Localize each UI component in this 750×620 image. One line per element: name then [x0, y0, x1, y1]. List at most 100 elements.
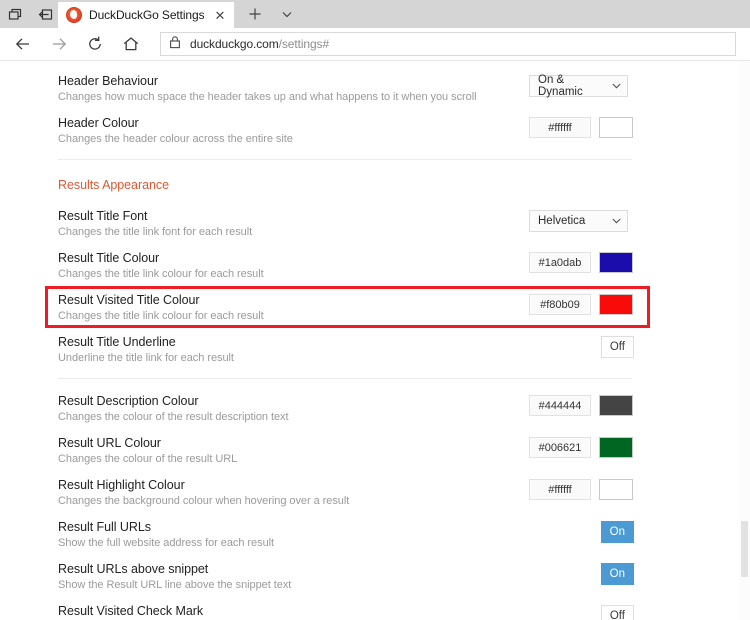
header-colour-swatch[interactable]: [599, 117, 633, 138]
result-visited-title-colour-hex-input[interactable]: #f80b09: [529, 294, 591, 315]
setting-title: Header Colour: [58, 116, 139, 130]
select-value: On & Dynamic: [538, 74, 583, 98]
setting-control: On: [529, 562, 634, 585]
new-tab-icon[interactable]: [246, 5, 264, 23]
setting-control: Off: [529, 335, 634, 358]
header-behaviour-select[interactable]: On & Dynamic: [529, 74, 628, 98]
forward-icon[interactable]: [44, 29, 74, 59]
setting-control: Helvetica: [529, 209, 634, 232]
back-icon[interactable]: [8, 29, 38, 59]
home-icon[interactable]: [116, 29, 146, 59]
setting-labels: Result Highlight Colour Changes the back…: [58, 478, 529, 509]
setting-labels: Result Description Colour Changes the co…: [58, 394, 529, 425]
setting-title: Header Behaviour: [58, 74, 158, 88]
tabs-aside-icon[interactable]: [36, 5, 54, 23]
result-visited-title-colour-swatch[interactable]: [599, 294, 633, 315]
setting-control: #444444: [529, 394, 634, 416]
setting-labels: Result Full URLs Show the full website a…: [58, 520, 529, 551]
chevron-down-icon: [612, 82, 621, 91]
browser-tab[interactable]: DuckDuckGo Settings ✕: [58, 2, 235, 28]
setting-control: #1a0dab: [529, 251, 634, 273]
setting-description: Changes the header colour across the ent…: [58, 133, 293, 145]
setting-row-result-visited-title-colour: Result Visited Title Colour Changes the …: [58, 284, 634, 326]
header-colour-hex-input[interactable]: #ffffff: [529, 117, 591, 138]
section-divider: [58, 378, 632, 379]
lock-icon: [169, 35, 181, 54]
result-url-colour-swatch[interactable]: [599, 437, 633, 458]
address-bar[interactable]: duckduckgo.com/settings#: [160, 32, 736, 56]
setting-control: #ffffff: [529, 116, 634, 138]
chevron-down-icon: [612, 217, 621, 226]
result-highlight-colour-hex-input[interactable]: #ffffff: [529, 479, 591, 500]
setting-row-result-title-colour: Result Title Colour Changes the title li…: [58, 242, 634, 284]
setting-control: #f80b09: [529, 293, 634, 315]
setting-description: Changes the title link colour for each r…: [58, 268, 264, 280]
result-title-font-select[interactable]: Helvetica: [529, 210, 628, 232]
setting-row-result-highlight-colour: Result Highlight Colour Changes the back…: [58, 469, 634, 511]
result-description-colour-swatch[interactable]: [599, 395, 633, 416]
setting-row-header-behaviour: Header Behaviour Changes how much space …: [58, 65, 634, 107]
browser-window: DuckDuckGo Settings ✕ duckduckgo.com/set…: [0, 0, 750, 620]
result-title-colour-hex-input[interactable]: #1a0dab: [529, 252, 591, 273]
setting-title: Result Title Font: [58, 209, 148, 223]
setting-control: On: [529, 520, 634, 543]
page-viewport: Header Behaviour Changes how much space …: [0, 61, 750, 620]
result-full-urls-toggle[interactable]: On: [600, 521, 634, 543]
duckduckgo-icon: [66, 7, 82, 23]
section-title-results-appearance: Results Appearance: [58, 178, 169, 192]
setting-control: #006621: [529, 436, 634, 458]
setting-row-result-title-underline: Result Title Underline Underline the tit…: [58, 326, 634, 368]
setting-control: On & Dynamic: [529, 74, 634, 98]
section-divider: [58, 159, 632, 160]
tab-preview-icon[interactable]: [6, 5, 24, 23]
setting-title: Result Title Underline: [58, 335, 176, 349]
setting-title: Result Visited Check Mark: [58, 604, 204, 618]
setting-title: Result Title Colour: [58, 251, 160, 265]
url-domain: duckduckgo.com: [190, 37, 279, 51]
setting-description: Changes the title link font for each res…: [58, 226, 253, 238]
setting-labels: Header Colour Changes the header colour …: [58, 116, 529, 147]
setting-labels: Result Title Font Changes the title link…: [58, 209, 529, 240]
setting-labels: Result Title Colour Changes the title li…: [58, 251, 529, 282]
setting-description: Changes the colour of the result descrip…: [58, 411, 289, 423]
scrollbar-thumb[interactable]: [741, 521, 748, 577]
setting-description: Changes the title link colour for each r…: [58, 310, 264, 322]
setting-labels: Result URL Colour Changes the colour of …: [58, 436, 529, 467]
setting-description: Show the Result URL line above the snipp…: [58, 579, 292, 591]
navigation-bar: duckduckgo.com/settings#: [0, 28, 750, 61]
setting-description: Changes the colour of the result URL: [58, 453, 238, 465]
setting-row-result-visited-check-mark: Result Visited Check Mark Changes whethe…: [58, 595, 634, 620]
setting-title: Result Description Colour: [58, 394, 199, 408]
address-bar-text: duckduckgo.com/settings#: [190, 37, 329, 51]
tabstrip-left-controls: [0, 0, 58, 28]
setting-row-result-full-urls: Result Full URLs Show the full website a…: [58, 511, 634, 553]
setting-description: Changes how much space the header takes …: [58, 91, 477, 103]
result-title-colour-swatch[interactable]: [599, 252, 633, 273]
setting-description: Underline the title link for each result: [58, 352, 234, 364]
chevron-down-icon[interactable]: [278, 5, 296, 23]
result-highlight-colour-swatch[interactable]: [599, 479, 633, 500]
setting-row-result-description-colour: Result Description Colour Changes the co…: [58, 385, 634, 427]
page-scrollbar[interactable]: [739, 61, 750, 620]
setting-control: #ffffff: [529, 478, 634, 500]
select-value: Helvetica: [538, 215, 586, 227]
setting-labels: Result Visited Title Colour Changes the …: [58, 293, 529, 324]
setting-description: Changes the background colour when hover…: [58, 495, 350, 507]
url-path: /settings#: [278, 37, 330, 51]
tabstrip-right-controls: [234, 0, 304, 28]
result-urls-above-snippet-toggle[interactable]: On: [600, 563, 634, 585]
tab-strip: DuckDuckGo Settings ✕: [0, 0, 750, 28]
close-icon[interactable]: ✕: [211, 7, 228, 24]
result-title-underline-toggle[interactable]: Off: [600, 336, 634, 358]
refresh-icon[interactable]: [80, 29, 110, 59]
result-description-colour-hex-input[interactable]: #444444: [529, 395, 591, 416]
setting-row-result-title-font: Result Title Font Changes the title link…: [58, 200, 634, 242]
setting-labels: Result Title Underline Underline the tit…: [58, 335, 529, 366]
setting-control: Off: [529, 604, 634, 620]
setting-description: Show the full website address for each r…: [58, 537, 275, 549]
result-visited-check-mark-toggle[interactable]: Off: [600, 605, 634, 620]
setting-title: Result Highlight Colour: [58, 478, 185, 492]
result-url-colour-hex-input[interactable]: #006621: [529, 437, 591, 458]
setting-row-header-colour: Header Colour Changes the header colour …: [58, 107, 634, 149]
setting-title: Result Visited Title Colour: [58, 293, 200, 307]
